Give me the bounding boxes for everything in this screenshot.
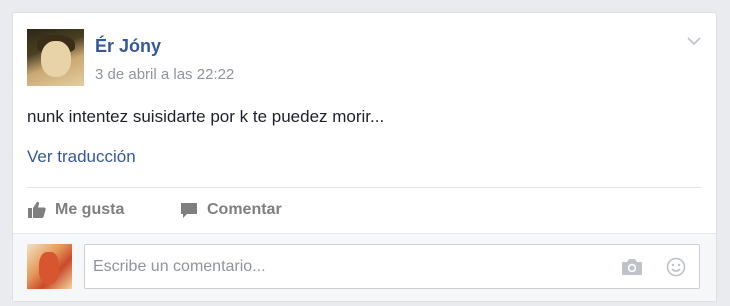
avatar-figure bbox=[39, 252, 59, 284]
post-card: Ér Jóny 3 de abril a las 22:22 nunk inte… bbox=[12, 12, 717, 302]
divider bbox=[27, 187, 702, 188]
see-translation-link[interactable]: Ver traducción bbox=[27, 147, 136, 167]
author-name[interactable]: Ér Jóny bbox=[95, 36, 161, 57]
thumbs-up-icon bbox=[28, 201, 46, 218]
avatar-face bbox=[41, 41, 71, 77]
comment-composer bbox=[13, 233, 716, 301]
comment-input[interactable] bbox=[84, 244, 700, 289]
like-button[interactable]: Me gusta bbox=[27, 199, 124, 221]
comment-button[interactable]: Comentar bbox=[179, 199, 282, 221]
author-avatar[interactable] bbox=[27, 29, 84, 86]
like-label: Me gusta bbox=[55, 201, 125, 218]
camera-icon[interactable] bbox=[621, 258, 643, 276]
current-user-avatar[interactable] bbox=[27, 244, 72, 289]
speech-bubble-icon bbox=[181, 203, 197, 218]
post-text: nunk intentez suisidarte por k te puedez… bbox=[27, 107, 385, 126]
chevron-down-icon[interactable] bbox=[686, 33, 702, 49]
comment-label: Comentar bbox=[207, 201, 282, 218]
post-timestamp[interactable]: 3 de abril a las 22:22 bbox=[95, 66, 234, 83]
smiley-icon[interactable] bbox=[666, 257, 686, 277]
